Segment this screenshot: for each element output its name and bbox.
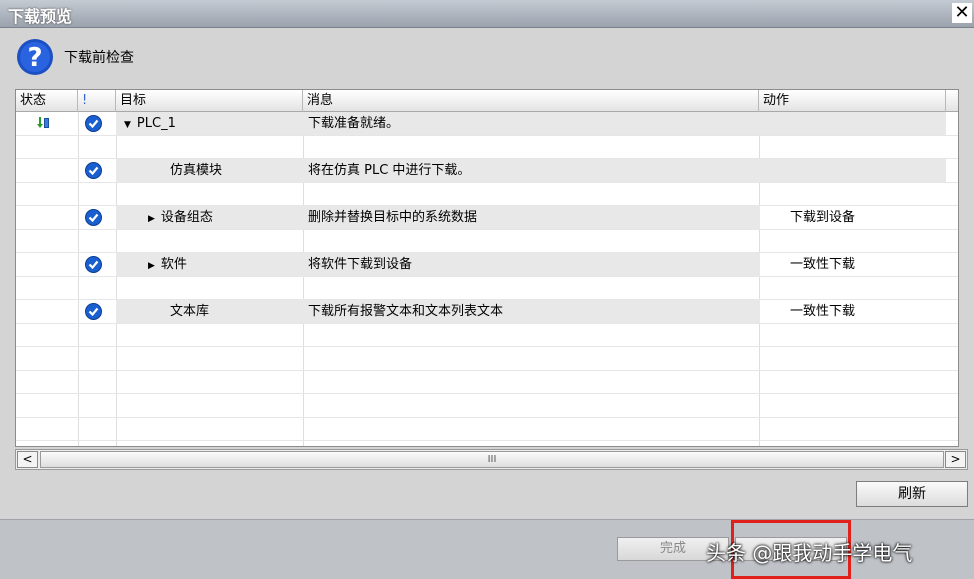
target-label: 文本库 — [170, 304, 210, 319]
table-row[interactable]: ▶ 软件 将软件下载到设备 一致性下载 — [16, 253, 958, 277]
row-action[interactable]: 一致性下载 — [786, 300, 855, 323]
target-label: PLC_1 — [136, 116, 176, 131]
row-target[interactable]: ▶ 设备组态 — [144, 206, 213, 229]
table-row[interactable]: 仿真模块 将在仿真 PLC 中进行下载。 — [16, 159, 958, 183]
expand-down-icon[interactable]: ▼ — [124, 114, 131, 137]
watermark: 头条 @跟我动手学电气 — [706, 541, 913, 565]
table-row[interactable] — [16, 347, 958, 371]
target-label: 设备组态 — [160, 210, 213, 225]
horizontal-scrollbar[interactable]: < III > — [15, 449, 968, 470]
download-icon — [37, 117, 49, 128]
row-target[interactable]: ▼ PLC_1 — [120, 112, 176, 135]
table-row[interactable] — [16, 371, 958, 394]
row-highlight — [116, 112, 946, 135]
row-target[interactable]: 文本库 — [166, 300, 209, 323]
svg-text:?: ? — [27, 43, 42, 73]
column-status[interactable]: 状态 — [16, 90, 78, 112]
check-icon — [85, 115, 102, 132]
window-title: 下载预览 — [8, 7, 73, 26]
help-icon: ? — [17, 39, 53, 75]
table-row[interactable] — [16, 183, 958, 206]
row-message: 下载准备就绪。 — [308, 116, 400, 131]
check-icon — [85, 162, 102, 179]
row-message: 下载所有报警文本和文本列表文本 — [308, 304, 504, 319]
scroll-left-button[interactable]: < — [17, 451, 38, 468]
check-icon — [85, 209, 102, 226]
table-row[interactable] — [16, 394, 958, 418]
expand-right-icon[interactable]: ▶ — [148, 255, 155, 278]
row-target[interactable]: ▶ 软件 — [144, 253, 187, 276]
row-message: 删除并替换目标中的系统数据 — [308, 210, 478, 225]
row-action[interactable]: 下载到设备 — [786, 206, 855, 229]
row-message: 将在仿真 PLC 中进行下载。 — [308, 163, 471, 178]
table-row[interactable] — [16, 324, 958, 347]
expand-right-icon[interactable]: ▶ — [148, 208, 155, 231]
column-alert[interactable]: ! — [78, 90, 116, 112]
table-row[interactable] — [16, 230, 958, 253]
table-row[interactable]: ▼ PLC_1 下载准备就绪。 — [16, 112, 958, 136]
refresh-button[interactable]: 刷新 — [856, 481, 968, 507]
scroll-right-button[interactable]: > — [945, 451, 966, 468]
table-row[interactable] — [16, 136, 958, 159]
table-row[interactable] — [16, 277, 958, 300]
close-button[interactable]: ✕ — [952, 3, 972, 23]
table-row[interactable]: 文本库 下载所有报警文本和文本列表文本 一致性下载 — [16, 300, 958, 324]
header-label: 下载前检查 — [64, 50, 134, 66]
column-target[interactable]: 目标 — [116, 90, 303, 112]
column-action[interactable]: 动作 — [759, 90, 946, 112]
check-icon — [85, 303, 102, 320]
target-label: 软件 — [160, 257, 187, 272]
row-highlight — [116, 159, 946, 182]
table-row[interactable]: ▶ 设备组态 删除并替换目标中的系统数据 下载到设备 — [16, 206, 958, 230]
row-target[interactable]: 仿真模块 — [166, 159, 222, 182]
scroll-thumb[interactable]: III — [40, 451, 944, 468]
target-label: 仿真模块 — [170, 163, 223, 178]
table-row[interactable] — [16, 418, 958, 441]
check-icon — [85, 256, 102, 273]
row-message: 将软件下载到设备 — [308, 257, 413, 272]
title-bar: 下载预览 ✕ — [0, 0, 974, 28]
check-grid: 状态 ! 目标 消息 动作 ▼ PLC_1 下载准备就绪。仿真模块 将在仿真 PLC … — [15, 89, 959, 447]
grid-header: 状态 ! 目标 消息 动作 — [16, 90, 958, 112]
row-action[interactable]: 一致性下载 — [786, 253, 855, 276]
column-message[interactable]: 消息 — [303, 90, 759, 112]
